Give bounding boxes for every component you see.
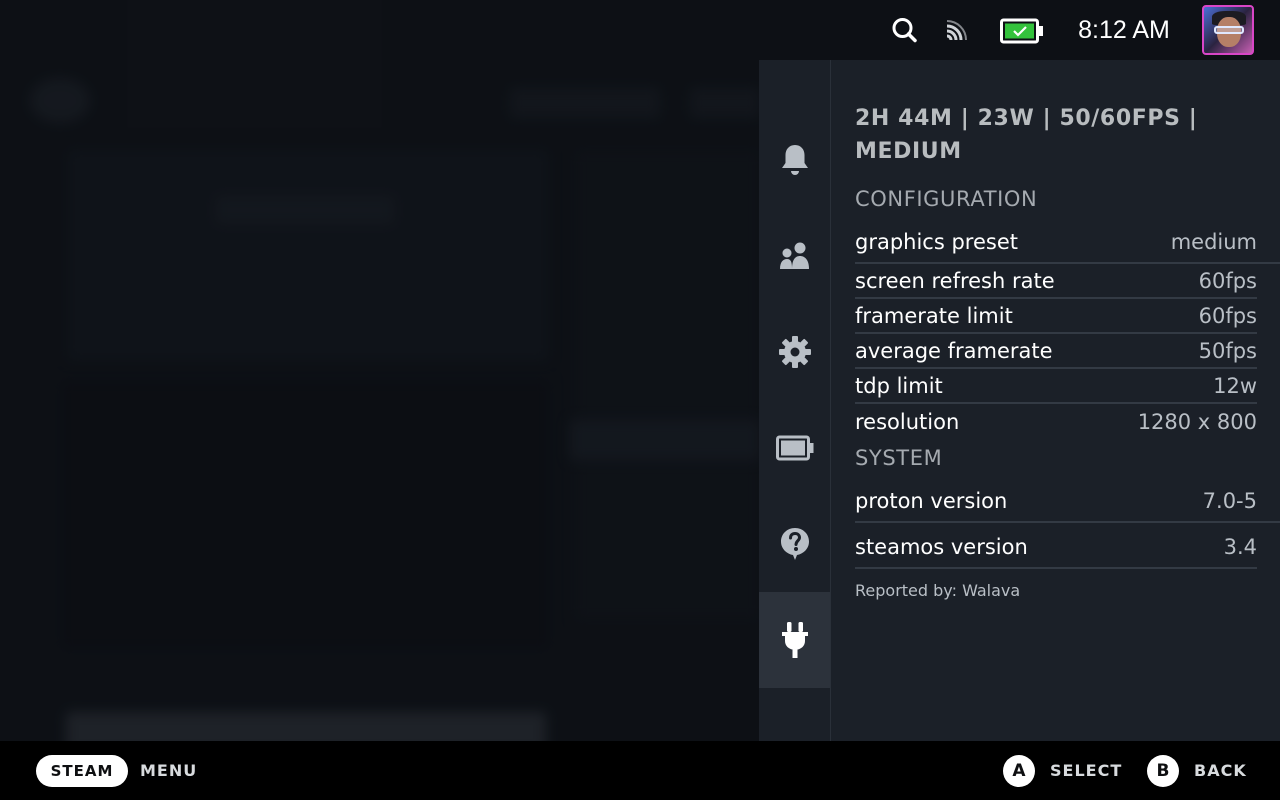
bottom-hint-bar: STEAM MENU A SELECT B BACK bbox=[0, 741, 1280, 800]
config-value: 60fps bbox=[1198, 303, 1257, 328]
back-hint: BACK bbox=[1194, 761, 1247, 780]
nav-performance[interactable] bbox=[759, 400, 830, 496]
cast-icon bbox=[944, 14, 972, 46]
reported-by: Reported by: Walava bbox=[855, 581, 1021, 600]
config-label: framerate limit bbox=[855, 303, 1013, 328]
system-value: 7.0-5 bbox=[1202, 489, 1257, 513]
help-icon bbox=[780, 528, 809, 560]
system-row: proton version 7.0-5 bbox=[855, 477, 1280, 523]
config-row: screen refresh rate 60fps bbox=[855, 264, 1257, 299]
system-label: steamos version bbox=[855, 535, 1028, 559]
config-row: average framerate 50fps bbox=[855, 334, 1257, 369]
nav-friends[interactable] bbox=[759, 208, 830, 304]
config-row: graphics preset medium bbox=[855, 218, 1280, 264]
b-button[interactable]: B bbox=[1147, 755, 1179, 787]
config-label: tdp limit bbox=[855, 373, 943, 398]
system-label: proton version bbox=[855, 489, 1008, 513]
game-report-panel: 2H 44M | 23W | 50/60FPS | MEDIUM CONFIGU… bbox=[855, 102, 1280, 600]
friends-icon bbox=[779, 242, 809, 269]
nav-notifications[interactable] bbox=[759, 112, 830, 208]
system-value: 3.4 bbox=[1223, 535, 1257, 559]
nav-help[interactable] bbox=[759, 496, 830, 592]
plug-icon bbox=[781, 622, 808, 658]
config-value: 60fps bbox=[1198, 268, 1257, 293]
menu-hint: MENU bbox=[140, 761, 198, 780]
quick-access-panel: 2H 44M | 23W | 50/60FPS | MEDIUM CONFIGU… bbox=[759, 60, 1280, 741]
configuration-heading: CONFIGURATION bbox=[855, 187, 1038, 211]
config-row: tdp limit 12w bbox=[855, 369, 1257, 404]
config-value: 50fps bbox=[1198, 338, 1257, 363]
battery-icon bbox=[1000, 18, 1044, 44]
config-label: screen refresh rate bbox=[855, 268, 1055, 293]
battery-icon bbox=[775, 435, 813, 461]
config-label: graphics preset bbox=[855, 230, 1018, 254]
a-button[interactable]: A bbox=[1003, 755, 1035, 787]
config-value: 1280 x 800 bbox=[1137, 409, 1257, 434]
system-heading: SYSTEM bbox=[855, 446, 943, 470]
config-label: resolution bbox=[855, 409, 960, 434]
nav-plugins[interactable] bbox=[759, 592, 830, 688]
steam-button[interactable]: STEAM bbox=[36, 755, 128, 787]
top-status-bar: 8:12 AM bbox=[0, 0, 1280, 60]
quick-access-nav bbox=[759, 60, 831, 741]
config-value: 12w bbox=[1213, 373, 1257, 398]
config-value: medium bbox=[1170, 230, 1257, 254]
config-row: resolution 1280 x 800 bbox=[855, 404, 1257, 439]
select-hint: SELECT bbox=[1050, 761, 1123, 780]
nav-settings[interactable] bbox=[759, 304, 830, 400]
bell-icon bbox=[781, 145, 808, 175]
config-label: average framerate bbox=[855, 338, 1053, 363]
gear-icon bbox=[778, 336, 811, 368]
config-row: framerate limit 60fps bbox=[855, 299, 1257, 334]
search-icon[interactable] bbox=[890, 14, 920, 46]
report-summary: 2H 44M | 23W | 50/60FPS | MEDIUM bbox=[855, 106, 1198, 164]
avatar[interactable] bbox=[1202, 5, 1254, 55]
clock: 8:12 AM bbox=[1078, 16, 1170, 44]
system-row: steamos version 3.4 bbox=[855, 523, 1257, 569]
